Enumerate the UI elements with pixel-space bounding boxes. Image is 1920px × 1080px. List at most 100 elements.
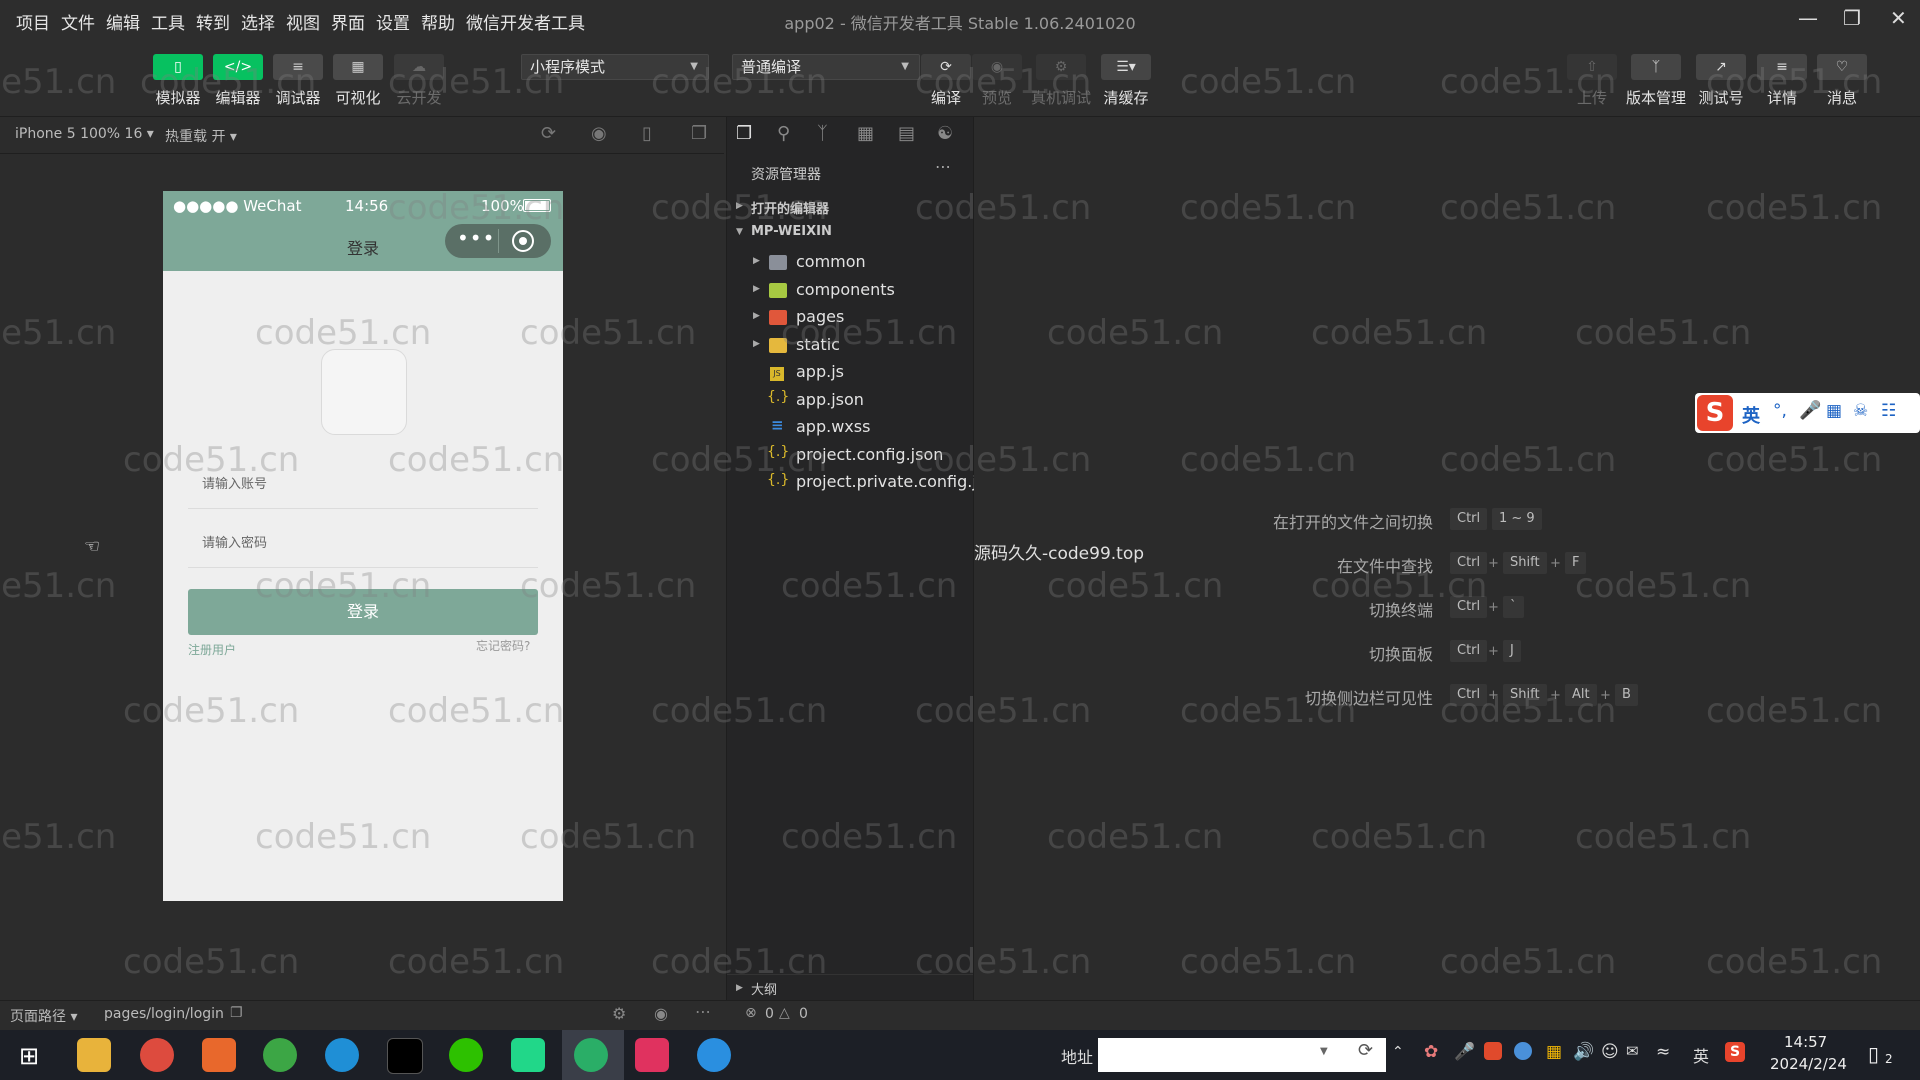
tree-item-pages[interactable]: pages: [796, 307, 844, 326]
hot-reload-toggle[interactable]: 热重载 开 ▾: [165, 126, 237, 146]
extensions-icon[interactable]: ▦: [857, 123, 874, 144]
tree-item-static[interactable]: static: [796, 335, 840, 354]
upload-button[interactable]: ⇧: [1567, 54, 1617, 80]
json-file-icon: {.}: [767, 389, 790, 405]
app-icon[interactable]: [697, 1038, 731, 1072]
tree-item-app-json[interactable]: app.json: [796, 390, 864, 409]
pycharm-icon[interactable]: [511, 1038, 545, 1072]
compile-button[interactable]: ⟳: [921, 54, 971, 80]
restore-icon[interactable]: ❐: [1843, 6, 1861, 30]
error-icon[interactable]: ⊗: [745, 1005, 757, 1021]
windows-start-icon[interactable]: ⊞: [19, 1042, 39, 1070]
remote-debug-button[interactable]: ⚙: [1036, 54, 1086, 80]
clock-time[interactable]: 14:57: [1784, 1033, 1827, 1051]
source-control-icon[interactable]: ᛉ: [817, 123, 828, 144]
skin-icon[interactable]: ☠: [1853, 401, 1868, 421]
tree-item-app-js[interactable]: app.js: [796, 362, 844, 381]
intellij-icon[interactable]: [635, 1038, 669, 1072]
copy-icon[interactable]: ❐: [230, 1005, 243, 1021]
tray-app-icon[interactable]: ✿: [1424, 1042, 1438, 1062]
login-button[interactable]: 登录: [188, 589, 538, 635]
mini-program-capsule[interactable]: •••: [445, 224, 551, 258]
tree-item-project-config[interactable]: project.config.json: [796, 445, 943, 464]
refresh-icon[interactable]: ⟳: [1358, 1040, 1373, 1061]
test-account-button[interactable]: ↗: [1696, 54, 1746, 80]
edge-icon[interactable]: [325, 1038, 359, 1072]
bug-icon[interactable]: ⚙: [612, 1004, 626, 1023]
chrome-icon[interactable]: [140, 1038, 174, 1072]
editor-toggle-button[interactable]: </>: [213, 54, 263, 80]
code-icon: </>: [223, 59, 253, 75]
close-icon[interactable]: ✕: [1890, 6, 1907, 30]
status-bar: 页面路径 ▾ pages/login/login ❐ ⚙ ◉ ⋯ ⊗ 0 △ 0: [0, 1000, 1920, 1031]
sogou-tray-icon[interactable]: S: [1725, 1042, 1745, 1062]
chevron-down-icon[interactable]: ▼: [1320, 1046, 1328, 1057]
storage-icon[interactable]: ▤: [898, 123, 915, 144]
tray-app-icon[interactable]: [1514, 1042, 1532, 1060]
stop-icon[interactable]: ◉: [591, 123, 607, 144]
details-button[interactable]: ≡: [1757, 54, 1807, 80]
phone-frame-icon[interactable]: ▯: [642, 123, 652, 144]
page-path-dropdown[interactable]: 页面路径 ▾: [10, 1006, 77, 1026]
more-icon[interactable]: ⋯: [695, 1002, 711, 1021]
open-editors-section[interactable]: 打开的编辑器: [751, 198, 829, 217]
terminal-icon[interactable]: [387, 1038, 423, 1074]
docker-icon[interactable]: ☯: [937, 123, 953, 144]
clear-cache-button[interactable]: ☰▾: [1101, 54, 1151, 80]
punctuation-icon[interactable]: °,: [1773, 401, 1787, 421]
sogou-logo-icon[interactable]: S: [1697, 395, 1733, 431]
volume-icon[interactable]: 🔊: [1573, 1042, 1594, 1062]
warning-icon[interactable]: △: [779, 1005, 790, 1021]
microphone-icon[interactable]: 🎤: [1799, 400, 1821, 421]
register-link[interactable]: 注册用户: [188, 641, 236, 658]
toolbox-icon[interactable]: ☷: [1881, 401, 1896, 421]
address-input[interactable]: [1098, 1038, 1386, 1072]
more-icon[interactable]: •••: [457, 226, 495, 250]
tray-app-icon[interactable]: ☺: [1601, 1042, 1619, 1062]
network-icon[interactable]: ≈: [1656, 1042, 1670, 1062]
ime-indicator[interactable]: 英: [1693, 1043, 1709, 1067]
simulator-toggle-button[interactable]: ▯: [153, 54, 203, 80]
cloud-dev-button[interactable]: ☁: [394, 54, 444, 80]
password-input[interactable]: 请输入密码: [188, 520, 538, 568]
forgot-password-link[interactable]: 忘记密码?: [476, 637, 530, 654]
tree-item-common[interactable]: common: [796, 252, 866, 271]
explorer-more-icon[interactable]: ⋯: [935, 157, 951, 176]
sublime-icon[interactable]: [202, 1038, 236, 1072]
debugger-toggle-button[interactable]: ≡: [273, 54, 323, 80]
eye-icon[interactable]: ◉: [654, 1004, 668, 1023]
tray-app-icon[interactable]: ✉: [1626, 1042, 1639, 1060]
notification-icon[interactable]: ▯: [1868, 1042, 1879, 1066]
close-miniprogram-icon[interactable]: [512, 230, 534, 252]
file-explorer-icon[interactable]: [77, 1038, 111, 1072]
popout-icon[interactable]: ❐: [691, 123, 707, 144]
tree-item-project-private-config[interactable]: project.private.config.js...: [796, 472, 1000, 491]
tree-item-app-wxss[interactable]: app.wxss: [796, 417, 870, 436]
search-icon[interactable]: ⚲: [777, 123, 790, 144]
ime-lang-toggle[interactable]: 英: [1742, 402, 1760, 428]
device-selector[interactable]: iPhone 5 100% 16 ▾: [15, 126, 154, 142]
keyboard-icon[interactable]: ▦: [1826, 401, 1842, 421]
messages-button[interactable]: ♡: [1817, 54, 1867, 80]
chevron-up-icon[interactable]: ⌃: [1392, 1044, 1404, 1060]
wechat-devtools-icon[interactable]: [574, 1038, 608, 1072]
account-input[interactable]: 请输入账号: [188, 461, 538, 509]
files-icon[interactable]: ❐: [736, 123, 752, 144]
tray-app-icon[interactable]: ▦: [1546, 1042, 1562, 1062]
app-icon[interactable]: [263, 1038, 297, 1072]
microphone-icon[interactable]: 🎤: [1454, 1042, 1475, 1062]
outline-section[interactable]: 大纲: [751, 979, 777, 998]
minimize-icon[interactable]: —: [1798, 6, 1818, 30]
preview-button[interactable]: ◉: [972, 54, 1022, 80]
tray-app-icon[interactable]: [1484, 1042, 1502, 1060]
visual-toggle-button[interactable]: ▦: [333, 54, 383, 80]
mode-dropdown[interactable]: 小程序模式 ▼: [521, 54, 709, 80]
clock-date[interactable]: 2024/2/24: [1770, 1055, 1847, 1073]
version-control-button[interactable]: ᛉ: [1631, 54, 1681, 80]
tree-item-components[interactable]: components: [796, 280, 895, 299]
wechat-icon[interactable]: [449, 1038, 483, 1072]
compile-dropdown[interactable]: 普通编译 ▼: [732, 54, 920, 80]
project-root-folder[interactable]: MP-WEIXIN: [751, 224, 832, 239]
explorer-panel: ❐ ⚲ ᛉ ▦ ▤ ☯ 资源管理器 ⋯ ▶ 打开的编辑器 ▼ MP-WEIXIN…: [726, 117, 1000, 1000]
reload-icon[interactable]: ⟳: [541, 123, 556, 144]
